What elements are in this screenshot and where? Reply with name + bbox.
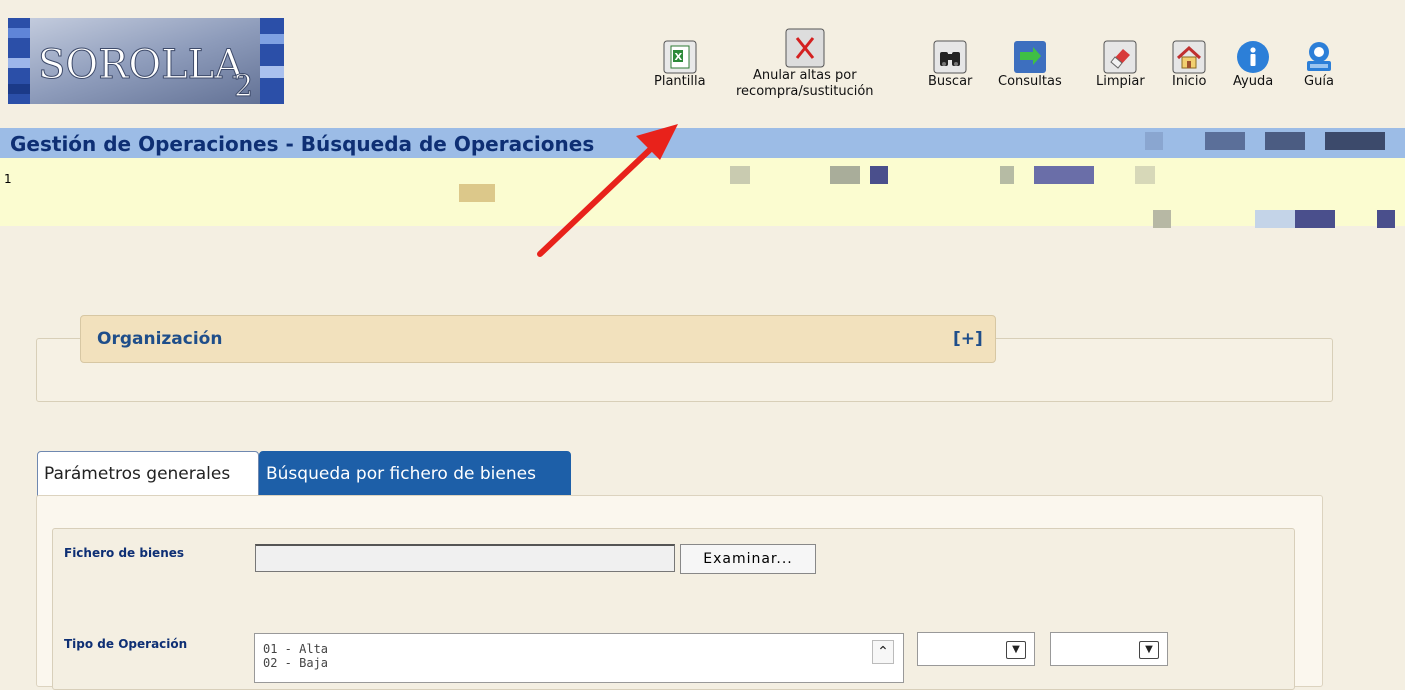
redacted-block	[1255, 210, 1295, 228]
inicio-button[interactable]: Inicio	[1172, 40, 1206, 90]
buscar-button[interactable]: Buscar	[928, 40, 972, 90]
list-item[interactable]: 02 - Baja	[263, 656, 328, 670]
svg-text:X: X	[674, 52, 682, 63]
fichero-bienes-input[interactable]	[255, 544, 675, 572]
organization-title: Organización	[97, 329, 223, 349]
anular-altas-button[interactable]: Anular altas por recompra/sustitución	[736, 28, 874, 100]
buscar-label: Buscar	[928, 74, 973, 89]
plantilla-label: Plantilla	[654, 74, 706, 89]
redacted-block	[1205, 132, 1245, 150]
redacted-block	[459, 184, 495, 202]
guia-button[interactable]: Guía	[1302, 40, 1336, 90]
guide-icon	[1302, 40, 1336, 74]
ayuda-label: Ayuda	[1233, 74, 1274, 89]
limpiar-button[interactable]: Limpiar	[1096, 40, 1145, 90]
redacted-block	[870, 166, 888, 184]
ayuda-button[interactable]: Ayuda	[1233, 40, 1273, 90]
tipo-operacion-label: Tipo de Operación	[64, 637, 188, 651]
fichero-bienes-label: Fichero de bienes	[64, 546, 185, 560]
plantilla-button[interactable]: X Plantilla	[654, 40, 706, 90]
excel-icon: X	[663, 40, 697, 74]
organization-expand-toggle[interactable]: [+]	[953, 329, 983, 349]
home-icon	[1172, 40, 1206, 74]
annotation-arrow-icon	[537, 124, 678, 257]
redacted-block	[1295, 210, 1335, 228]
notice-strip	[0, 158, 1405, 226]
logo-version: 2	[234, 69, 253, 104]
info-icon	[1236, 40, 1270, 74]
tab-busqueda-fichero-bienes[interactable]: Búsqueda por fichero de bienes	[259, 451, 571, 497]
redacted-block	[1265, 132, 1305, 150]
inicio-label: Inicio	[1172, 74, 1207, 89]
chevron-down-icon: ▼	[1139, 641, 1159, 659]
redacted-block	[1153, 210, 1171, 228]
page-title: Gestión de Operaciones - Búsqueda de Ope…	[10, 132, 595, 156]
examinar-button[interactable]: Examinar...	[680, 544, 816, 574]
tipo-operacion-select-1[interactable]: ▼	[917, 632, 1035, 666]
redacted-block	[830, 166, 860, 184]
redacted-block	[1325, 132, 1385, 150]
anular-label-line2: recompra/sustitución	[736, 84, 874, 99]
redacted-block	[1145, 132, 1163, 150]
redacted-block	[1135, 166, 1155, 184]
guia-label: Guía	[1304, 74, 1334, 89]
list-item[interactable]: 01 - Alta	[263, 642, 328, 656]
cancel-x-icon	[785, 28, 825, 68]
tipo-operacion-select-2[interactable]: ▼	[1050, 632, 1168, 666]
consultas-button[interactable]: Consultas	[998, 40, 1062, 90]
binoculars-icon	[933, 40, 967, 74]
redacted-block	[1000, 166, 1014, 184]
limpiar-label: Limpiar	[1096, 74, 1145, 89]
tab-parametros-generales[interactable]: Parámetros generales	[37, 451, 259, 497]
scroll-up-icon[interactable]: ⌃	[872, 640, 894, 664]
consultas-arrow-icon	[1013, 40, 1047, 74]
logo-text: SOROLLA	[38, 42, 244, 88]
redacted-block	[730, 166, 750, 184]
sorolla-logo: SOROLLA 2	[8, 18, 284, 105]
redacted-block	[1377, 210, 1395, 228]
consultas-label: Consultas	[998, 74, 1062, 89]
eraser-icon	[1103, 40, 1137, 74]
tipo-operacion-list[interactable]: 01 - Alta 02 - Baja	[254, 633, 904, 683]
notice-number: 1	[4, 172, 12, 186]
anular-label-line1: Anular altas por	[753, 68, 857, 83]
redacted-block	[1034, 166, 1094, 184]
chevron-down-icon: ▼	[1006, 641, 1026, 659]
